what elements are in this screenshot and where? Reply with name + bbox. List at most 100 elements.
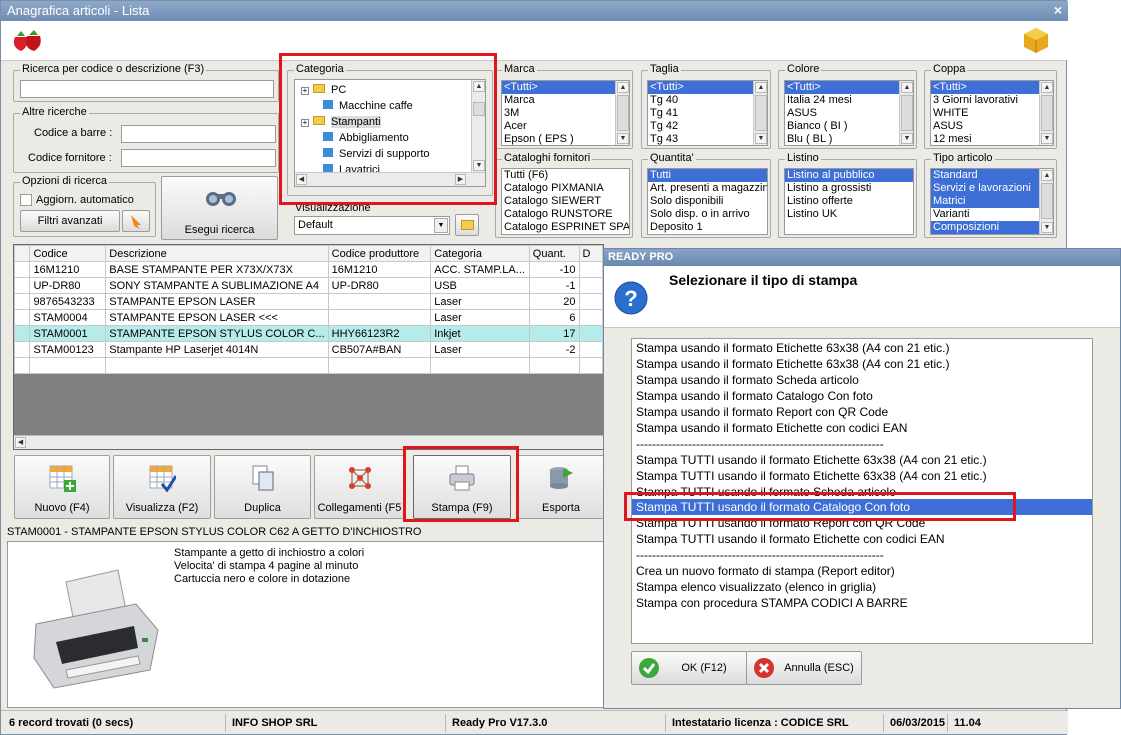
list-item[interactable]: Crea un nuovo formato di stampa (Report … — [636, 564, 895, 579]
list-item[interactable]: Stampa usando il formato Etichette 63x38… — [636, 341, 950, 356]
quantity-list[interactable]: Tutti Art. presenti a magazzino Solo dispo… — [647, 168, 768, 235]
list-item[interactable]: Stampa TUTTI usando il formato Etichette… — [636, 453, 987, 468]
quantity-group: Quantita' Tutti Art. presenti a magazzino… — [641, 152, 771, 238]
view-button[interactable]: Visualizza (F2) — [113, 455, 211, 519]
status-license: Intestatario licenza : CODICE SRL — [665, 714, 881, 732]
window-titlebar: Anagrafica articoli - Lista × — [1, 1, 1068, 21]
open-folder-button[interactable] — [455, 214, 479, 236]
articles-table[interactable]: Codice Descrizione Codice produttore Cat… — [13, 245, 604, 374]
table-row[interactable]: 9876543233 STAMPANTE EPSON LASER Laser 20 — [13, 293, 604, 310]
list-item[interactable]: Stampa usando il formato Report con QR C… — [636, 405, 888, 420]
price-list[interactable]: Listino al pubblico Listino a grossisti Li… — [784, 168, 914, 235]
table-row[interactable]: UP-DR80 SONY STAMPANTE A SUBLIMAZIONE A4 U… — [13, 277, 604, 294]
table-row-empty[interactable] — [13, 357, 604, 374]
highlight-selected-option — [624, 492, 1016, 521]
supplier-code-field[interactable] — [121, 149, 276, 167]
list-item[interactable]: Stampa usando il formato Etichette 63x38… — [636, 357, 950, 372]
list-item[interactable]: Stampa usando il formato Etichette con c… — [636, 421, 907, 436]
highlight-print-button — [403, 446, 519, 522]
barcode-label: Codice a barre : — [34, 127, 113, 139]
articles-grid[interactable]: Codice Descrizione Codice produttore Cat… — [13, 244, 604, 450]
cup-group: Coppa <Tutti> 3 Giorni lavorativi WHITE ASU… — [924, 63, 1057, 149]
status-time: 11.04 — [947, 714, 1037, 732]
folder-icon — [460, 220, 474, 230]
dialog-header: ? Selezionare il tipo di stampa — [604, 266, 1120, 328]
table-row-selected[interactable]: STAM0001 STAMPANTE EPSON STYLUS COLOR C..… — [13, 325, 604, 342]
supplier-code-label: Codice fornitore : — [28, 152, 112, 164]
cancel-button[interactable]: Annulla (ESC) — [746, 651, 862, 685]
auto-update-label: Aggiorn. automatico — [36, 194, 134, 206]
brand-group: Marca <Tutti> Marca 3M Acer Epson ( EPS ) ▲ ▼ — [495, 63, 633, 149]
color-list[interactable]: <Tutti> Italia 24 mesi ASUS Bianco ( BI ) Bl… — [784, 80, 914, 146]
print-options-list[interactable]: Stampa usando il formato Etichette 63x38… — [631, 338, 1093, 644]
brand-list[interactable]: <Tutti> Marca 3M Acer Epson ( EPS ) ▲ ▼ — [501, 80, 630, 146]
dialog-question: Selezionare il tipo di stampa — [669, 272, 858, 288]
supplier-catalog-list[interactable]: Tutti (F6) Catalogo PIXMANIA Catalogo SIEW… — [501, 168, 630, 235]
search-group-label: Ricerca per codice o descrizione (F3) — [20, 63, 207, 76]
list-item[interactable]: Stampa con procedura STAMPA CODICI A BAR… — [636, 596, 908, 611]
new-button[interactable]: Nuovo (F4) — [14, 455, 110, 519]
page-header — [1, 21, 1068, 61]
item-type-group: Tipo articolo Standard Servizi e lavorazi… — [924, 152, 1057, 238]
list-item[interactable]: Stampa usando il formato Catalogo Con fo… — [636, 389, 873, 404]
list-item[interactable]: Stampa elenco visualizzato (elenco in gr… — [636, 580, 876, 595]
price-list-group: Listino Listino al pubblico Listino a gro… — [778, 152, 917, 238]
duplicate-icon — [252, 465, 273, 491]
window-title: Anagrafica articoli - Lista — [7, 3, 150, 18]
links-molecule-icon — [348, 467, 371, 489]
status-bar: 6 record trovati (0 secs) INFO SHOP SRL … — [1, 710, 1068, 734]
status-records: 6 record trovati (0 secs) — [9, 717, 134, 729]
advanced-filters-button[interactable]: Filtri avanzati — [20, 210, 120, 232]
table-row[interactable]: 16M1210 BASE STAMPANTE PER X73X/X73X 16M12… — [13, 261, 604, 278]
table-row[interactable]: STAM0004 STAMPANTE EPSON LASER <<< Laser 6 — [13, 309, 604, 326]
filter-arrow-icon — [131, 215, 141, 229]
filter-clear-button[interactable] — [122, 210, 150, 232]
strawberry-logo-icon — [13, 30, 41, 51]
export-database-icon — [550, 467, 573, 489]
list-item[interactable]: Stampa TUTTI usando il formato Etichette… — [636, 532, 945, 547]
barcode-field[interactable] — [121, 125, 276, 143]
list-item[interactable]: Stampa TUTTI usando il formato Etichette… — [636, 469, 987, 484]
table-row[interactable]: STAM00123 Stampante HP Laserjet 4014N CB50… — [13, 341, 604, 358]
list-item[interactable]: Stampa usando il formato Scheda articolo — [636, 373, 859, 388]
export-button[interactable]: Esporta — [516, 455, 606, 519]
auto-update-checkbox[interactable] — [20, 194, 32, 206]
detail-panel: Stampante a getto di inchiostro a colori… — [7, 541, 604, 708]
close-icon[interactable]: × — [1054, 2, 1062, 18]
run-search-button[interactable]: Esegui ricerca — [161, 176, 278, 240]
links-button[interactable]: Collegamenti (F5 — [314, 455, 405, 519]
size-group: Taglia <Tutti> Tg 40 Tg 41 Tg 42 Tg 43 ▲ ▼ — [641, 63, 771, 149]
print-type-dialog: READY PRO ? Selezionare il tipo di stamp… — [603, 248, 1121, 709]
other-search-label: Altre ricerche — [20, 106, 89, 119]
list-separator: ----------------------------------------… — [636, 548, 884, 562]
ok-label: OK (F12) — [681, 662, 727, 674]
search-options-group: Opzioni di ricerca Aggiorn. automatico F… — [13, 175, 156, 237]
dialog-title: READY PRO — [604, 249, 1120, 266]
color-group: Colore <Tutti> Italia 24 mesi ASUS Bianco (… — [778, 63, 917, 149]
item-type-list[interactable]: Standard Servizi e lavorazioni Matrici Vari… — [930, 168, 1054, 235]
supplier-catalog-group: Cataloghi fornitori Tutti (F6) Catalogo P… — [495, 152, 633, 238]
question-icon: ? — [614, 281, 648, 315]
other-search-group: Altre ricerche Codice a barre : Codice f… — [13, 106, 279, 173]
detail-line: Stampante a getto di inchiostro a colori — [174, 547, 365, 559]
highlight-category — [279, 53, 497, 205]
view-grid-icon — [149, 465, 176, 492]
list-separator: ----------------------------------------… — [636, 437, 884, 451]
ok-button[interactable]: OK (F12) — [631, 651, 747, 685]
view-select[interactable]: Default ▼ — [294, 216, 450, 235]
package-icon — [1024, 28, 1048, 53]
cup-list[interactable]: <Tutti> 3 Giorni lavorativi WHITE ASUS 12 me… — [930, 80, 1054, 146]
scroll-left-icon: ◀ — [15, 437, 26, 448]
duplicate-button[interactable]: Duplica — [214, 455, 311, 519]
binoculars-icon — [206, 192, 236, 206]
search-input[interactable] — [20, 80, 274, 98]
search-options-label: Opzioni di ricerca — [20, 175, 109, 188]
check-icon — [639, 658, 659, 678]
new-grid-icon — [49, 465, 76, 492]
status-date: 06/03/2015 — [883, 714, 945, 732]
run-search-label: Esegui ricerca — [184, 224, 255, 236]
cancel-icon — [754, 658, 774, 678]
chevron-down-icon: ▼ — [434, 218, 448, 233]
size-list[interactable]: <Tutti> Tg 40 Tg 41 Tg 42 Tg 43 ▲ ▼ — [647, 80, 768, 146]
detail-line: Cartuccia nero e colore in dotazione — [174, 573, 351, 585]
